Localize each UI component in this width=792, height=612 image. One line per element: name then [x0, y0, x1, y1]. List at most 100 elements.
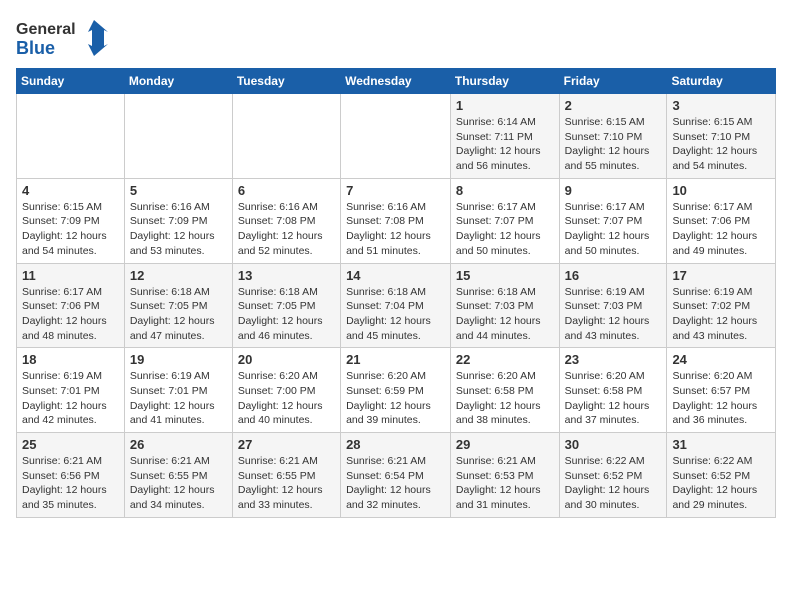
day-of-week-header: Monday: [124, 69, 232, 94]
logo-icon: GeneralBlue: [16, 16, 116, 60]
day-info: Sunrise: 6:18 AM Sunset: 7:05 PM Dayligh…: [130, 285, 227, 344]
calendar-day-cell: 18 Sunrise: 6:19 AM Sunset: 7:01 PM Dayli…: [17, 348, 125, 433]
day-number: 3: [672, 98, 770, 113]
calendar-day-cell: 8Sunrise: 6:17 AM Sunset: 7:07 PM Daylig…: [450, 178, 559, 263]
day-number: 25: [22, 437, 119, 452]
svg-text:Blue: Blue: [16, 38, 55, 58]
calendar-body: 1Sunrise: 6:14 AM Sunset: 7:11 PM Daylig…: [17, 94, 776, 518]
day-of-week-header: Friday: [559, 69, 667, 94]
calendar-day-cell: 15 Sunrise: 6:18 AM Sunset: 7:03 PM Dayli…: [450, 263, 559, 348]
day-info: Sunrise: 6:19 AM Sunset: 7:03 PM Dayligh…: [565, 285, 662, 344]
day-number: 14: [346, 268, 445, 283]
calendar-day-cell: 26 Sunrise: 6:21 AM Sunset: 6:55 PM Dayli…: [124, 433, 232, 518]
calendar-day-cell: 10 Sunrise: 6:17 AM Sunset: 7:06 PM Dayli…: [667, 178, 776, 263]
day-number: 12: [130, 268, 227, 283]
day-number: 23: [565, 352, 662, 367]
calendar-day-cell: 13 Sunrise: 6:18 AM Sunset: 7:05 PM Dayli…: [232, 263, 340, 348]
calendar-day-cell: 16 Sunrise: 6:19 AM Sunset: 7:03 PM Dayli…: [559, 263, 667, 348]
day-info: Sunrise: 6:19 AM Sunset: 7:01 PM Dayligh…: [130, 369, 227, 428]
day-info: Sunrise: 6:15 AM Sunset: 7:09 PM Dayligh…: [22, 200, 119, 259]
day-number: 9: [565, 183, 662, 198]
day-number: 26: [130, 437, 227, 452]
calendar-day-cell: 4 Sunrise: 6:15 AM Sunset: 7:09 PM Daylig…: [17, 178, 125, 263]
calendar-day-cell: 25 Sunrise: 6:21 AM Sunset: 6:56 PM Dayli…: [17, 433, 125, 518]
calendar-day-cell: 12 Sunrise: 6:18 AM Sunset: 7:05 PM Dayli…: [124, 263, 232, 348]
day-number: 18: [22, 352, 119, 367]
day-info: Sunrise: 6:22 AM Sunset: 6:52 PM Dayligh…: [565, 454, 662, 513]
calendar-day-cell: 21 Sunrise: 6:20 AM Sunset: 6:59 PM Dayli…: [341, 348, 451, 433]
day-number: 6: [238, 183, 335, 198]
calendar-day-cell: 19 Sunrise: 6:19 AM Sunset: 7:01 PM Dayli…: [124, 348, 232, 433]
day-number: 24: [672, 352, 770, 367]
day-of-week-header: Tuesday: [232, 69, 340, 94]
day-info: Sunrise: 6:17 AM Sunset: 7:07 PM Dayligh…: [456, 200, 554, 259]
day-info: Sunrise: 6:21 AM Sunset: 6:54 PM Dayligh…: [346, 454, 445, 513]
day-number: 28: [346, 437, 445, 452]
day-info: Sunrise: 6:15 AM Sunset: 7:10 PM Dayligh…: [565, 115, 662, 174]
calendar-day-cell: 5 Sunrise: 6:16 AM Sunset: 7:09 PM Daylig…: [124, 178, 232, 263]
day-info: Sunrise: 6:18 AM Sunset: 7:04 PM Dayligh…: [346, 285, 445, 344]
day-number: 5: [130, 183, 227, 198]
calendar-week-row: 25 Sunrise: 6:21 AM Sunset: 6:56 PM Dayli…: [17, 433, 776, 518]
calendar-week-row: 1Sunrise: 6:14 AM Sunset: 7:11 PM Daylig…: [17, 94, 776, 179]
calendar-week-row: 11 Sunrise: 6:17 AM Sunset: 7:06 PM Dayli…: [17, 263, 776, 348]
calendar-day-cell: 29Sunrise: 6:21 AM Sunset: 6:53 PM Dayli…: [450, 433, 559, 518]
day-header-row: SundayMondayTuesdayWednesdayThursdayFrid…: [17, 69, 776, 94]
day-number: 31: [672, 437, 770, 452]
calendar-day-cell: 31Sunrise: 6:22 AM Sunset: 6:52 PM Dayli…: [667, 433, 776, 518]
day-info: Sunrise: 6:17 AM Sunset: 7:06 PM Dayligh…: [22, 285, 119, 344]
calendar-day-cell: 20 Sunrise: 6:20 AM Sunset: 7:00 PM Dayli…: [232, 348, 340, 433]
calendar-header: SundayMondayTuesdayWednesdayThursdayFrid…: [17, 69, 776, 94]
day-info: Sunrise: 6:17 AM Sunset: 7:06 PM Dayligh…: [672, 200, 770, 259]
day-number: 7: [346, 183, 445, 198]
day-of-week-header: Thursday: [450, 69, 559, 94]
day-number: 2: [565, 98, 662, 113]
day-number: 17: [672, 268, 770, 283]
day-number: 29: [456, 437, 554, 452]
calendar-day-cell: 11 Sunrise: 6:17 AM Sunset: 7:06 PM Dayli…: [17, 263, 125, 348]
calendar-day-cell: 24Sunrise: 6:20 AM Sunset: 6:57 PM Dayli…: [667, 348, 776, 433]
day-number: 30: [565, 437, 662, 452]
day-info: Sunrise: 6:18 AM Sunset: 7:05 PM Dayligh…: [238, 285, 335, 344]
day-number: 16: [565, 268, 662, 283]
calendar-day-cell: 9 Sunrise: 6:17 AM Sunset: 7:07 PM Daylig…: [559, 178, 667, 263]
day-number: 15: [456, 268, 554, 283]
day-info: Sunrise: 6:14 AM Sunset: 7:11 PM Dayligh…: [456, 115, 554, 174]
day-number: 11: [22, 268, 119, 283]
calendar-day-cell: 6Sunrise: 6:16 AM Sunset: 7:08 PM Daylig…: [232, 178, 340, 263]
day-info: Sunrise: 6:20 AM Sunset: 6:58 PM Dayligh…: [456, 369, 554, 428]
calendar-day-cell: 2 Sunrise: 6:15 AM Sunset: 7:10 PM Daylig…: [559, 94, 667, 179]
day-number: 20: [238, 352, 335, 367]
day-info: Sunrise: 6:19 AM Sunset: 7:02 PM Dayligh…: [672, 285, 770, 344]
day-info: Sunrise: 6:20 AM Sunset: 7:00 PM Dayligh…: [238, 369, 335, 428]
calendar-week-row: 18 Sunrise: 6:19 AM Sunset: 7:01 PM Dayli…: [17, 348, 776, 433]
calendar-table: SundayMondayTuesdayWednesdayThursdayFrid…: [16, 68, 776, 518]
day-info: Sunrise: 6:19 AM Sunset: 7:01 PM Dayligh…: [22, 369, 119, 428]
day-info: Sunrise: 6:20 AM Sunset: 6:59 PM Dayligh…: [346, 369, 445, 428]
day-info: Sunrise: 6:21 AM Sunset: 6:55 PM Dayligh…: [238, 454, 335, 513]
day-info: Sunrise: 6:15 AM Sunset: 7:10 PM Dayligh…: [672, 115, 770, 174]
calendar-day-cell: 28 Sunrise: 6:21 AM Sunset: 6:54 PM Dayli…: [341, 433, 451, 518]
day-number: 22: [456, 352, 554, 367]
day-number: 19: [130, 352, 227, 367]
day-info: Sunrise: 6:16 AM Sunset: 7:09 PM Dayligh…: [130, 200, 227, 259]
calendar-day-cell: [341, 94, 451, 179]
calendar-day-cell: 23Sunrise: 6:20 AM Sunset: 6:58 PM Dayli…: [559, 348, 667, 433]
calendar-day-cell: 30 Sunrise: 6:22 AM Sunset: 6:52 PM Dayli…: [559, 433, 667, 518]
day-info: Sunrise: 6:21 AM Sunset: 6:56 PM Dayligh…: [22, 454, 119, 513]
day-of-week-header: Saturday: [667, 69, 776, 94]
day-info: Sunrise: 6:18 AM Sunset: 7:03 PM Dayligh…: [456, 285, 554, 344]
calendar-day-cell: 7Sunrise: 6:16 AM Sunset: 7:08 PM Daylig…: [341, 178, 451, 263]
day-info: Sunrise: 6:17 AM Sunset: 7:07 PM Dayligh…: [565, 200, 662, 259]
calendar-day-cell: 17 Sunrise: 6:19 AM Sunset: 7:02 PM Dayli…: [667, 263, 776, 348]
calendar-day-cell: 22 Sunrise: 6:20 AM Sunset: 6:58 PM Dayli…: [450, 348, 559, 433]
day-number: 10: [672, 183, 770, 198]
calendar-day-cell: [232, 94, 340, 179]
day-of-week-header: Wednesday: [341, 69, 451, 94]
day-number: 4: [22, 183, 119, 198]
calendar-day-cell: 3 Sunrise: 6:15 AM Sunset: 7:10 PM Daylig…: [667, 94, 776, 179]
calendar-day-cell: 1Sunrise: 6:14 AM Sunset: 7:11 PM Daylig…: [450, 94, 559, 179]
day-number: 21: [346, 352, 445, 367]
day-info: Sunrise: 6:21 AM Sunset: 6:55 PM Dayligh…: [130, 454, 227, 513]
day-number: 13: [238, 268, 335, 283]
